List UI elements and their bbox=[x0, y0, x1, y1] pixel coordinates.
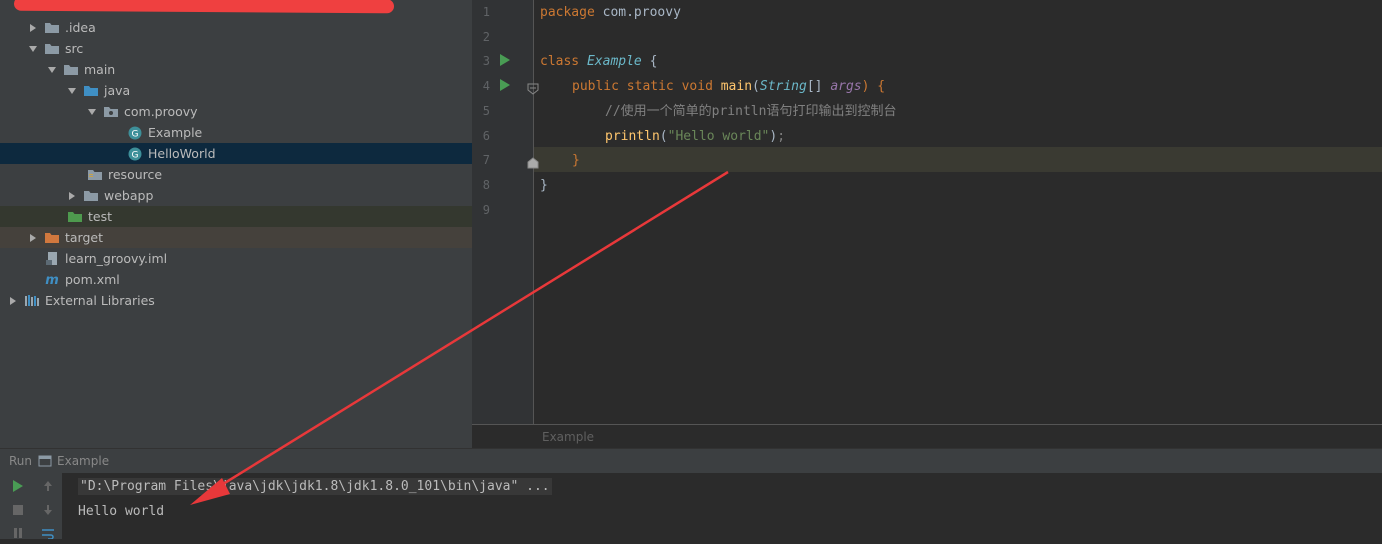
tree-item-example[interactable]: G Example bbox=[0, 122, 472, 143]
tree-item-external-libraries[interactable]: External Libraries bbox=[0, 290, 472, 311]
line-number: 7 bbox=[482, 153, 490, 167]
scroll-down-icon[interactable] bbox=[37, 499, 59, 521]
tree-item-helloworld[interactable]: G HelloWorld bbox=[0, 143, 472, 164]
soft-wrap-icon[interactable] bbox=[37, 522, 59, 544]
project-panel: .idea src main java com.proovy G Example bbox=[0, 0, 472, 448]
console-output-line: Hello world bbox=[78, 504, 165, 519]
package-icon bbox=[103, 105, 119, 119]
ide-window: .idea src main java com.proovy G Example bbox=[0, 0, 1382, 539]
editor-breadcrumb-label[interactable]: Example bbox=[542, 430, 594, 444]
line-number: 5 bbox=[482, 104, 490, 118]
gutter-divider bbox=[533, 0, 534, 424]
redacted-project-root bbox=[13, 0, 395, 14]
groovy-class-icon: G bbox=[127, 126, 143, 140]
run-tool-window: Run Example "D:\Program Files\java\jdk\j… bbox=[0, 448, 1382, 539]
tree-item-test[interactable]: test bbox=[0, 206, 472, 227]
line-number: 3 bbox=[482, 54, 490, 68]
expand-arrow-icon[interactable] bbox=[28, 227, 38, 248]
code-line-1[interactable]: package com.proovy bbox=[540, 0, 681, 25]
iml-file-icon bbox=[44, 252, 60, 266]
folder-icon bbox=[83, 189, 99, 203]
test-folder-icon bbox=[67, 210, 83, 224]
excluded-folder-icon bbox=[44, 231, 60, 245]
line-number: 8 bbox=[482, 178, 490, 192]
svg-text:m: m bbox=[45, 273, 59, 286]
line-number: 4 bbox=[482, 79, 490, 93]
fold-end-icon[interactable] bbox=[527, 154, 539, 173]
folder-icon bbox=[63, 63, 79, 77]
run-header: Run Example bbox=[0, 448, 1382, 473]
folder-icon bbox=[44, 21, 60, 35]
code-editor[interactable]: 1 2 3 4 5 6 7 8 9 package com.proovy cla… bbox=[472, 0, 1382, 448]
run-config-icon bbox=[38, 455, 52, 467]
scroll-up-icon[interactable] bbox=[37, 475, 59, 497]
tree-item-webapp[interactable]: webapp bbox=[0, 185, 472, 206]
line-number: 1 bbox=[482, 5, 490, 19]
run-class-gutter-icon[interactable] bbox=[500, 54, 510, 66]
resource-folder-icon bbox=[87, 168, 103, 182]
collapse-arrow-icon[interactable] bbox=[47, 59, 57, 80]
svg-text:G: G bbox=[132, 129, 139, 139]
tree-item-main[interactable]: main bbox=[0, 59, 472, 80]
svg-text:G: G bbox=[132, 150, 139, 160]
tree-item-java[interactable]: java bbox=[0, 80, 472, 101]
editor-breadcrumb-bar: Example bbox=[472, 424, 1382, 448]
run-tab-label[interactable]: Run bbox=[9, 454, 32, 468]
expand-arrow-icon[interactable] bbox=[28, 17, 38, 38]
tree-item-target[interactable]: target bbox=[0, 227, 472, 248]
pause-icon[interactable] bbox=[7, 522, 29, 544]
code-line-8[interactable]: } bbox=[540, 173, 548, 198]
code-line-3[interactable]: class Example { bbox=[540, 49, 657, 74]
run-toolbar bbox=[0, 472, 62, 539]
code-line-6[interactable]: println("Hello world"); bbox=[605, 124, 785, 149]
tree-item-pom-xml[interactable]: m pom.xml bbox=[0, 269, 472, 290]
libraries-icon bbox=[24, 294, 40, 308]
code-line-7[interactable]: } bbox=[572, 148, 580, 173]
run-method-gutter-icon[interactable] bbox=[500, 79, 510, 91]
line-number: 2 bbox=[482, 30, 490, 44]
tree-item-learn-groovy-iml[interactable]: learn_groovy.iml bbox=[0, 248, 472, 269]
code-line-5[interactable]: //使用一个简单的println语句打印输出到控制台 bbox=[605, 99, 896, 124]
line-number: 6 bbox=[482, 129, 490, 143]
tree-item-resource[interactable]: resource bbox=[0, 164, 472, 185]
line-number: 9 bbox=[482, 203, 490, 217]
maven-icon: m bbox=[44, 273, 60, 287]
tree-item-idea[interactable]: .idea bbox=[0, 17, 472, 38]
fold-method-icon[interactable] bbox=[527, 80, 539, 99]
groovy-class-icon: G bbox=[127, 147, 143, 161]
run-config-name[interactable]: Example bbox=[57, 454, 109, 468]
current-line-highlight bbox=[472, 147, 1382, 172]
expand-arrow-icon[interactable] bbox=[8, 290, 18, 311]
source-folder-icon bbox=[83, 84, 99, 98]
stop-icon[interactable] bbox=[7, 499, 29, 521]
code-line-4[interactable]: public static void main(String[] args) { bbox=[572, 74, 885, 99]
collapse-arrow-icon[interactable] bbox=[87, 101, 97, 122]
folder-icon bbox=[44, 42, 60, 56]
console-command-line[interactable]: "D:\Program Files\java\jdk\jdk1.8\jdk1.8… bbox=[78, 478, 552, 495]
collapse-arrow-icon[interactable] bbox=[28, 38, 38, 59]
collapse-arrow-icon[interactable] bbox=[67, 80, 77, 101]
rerun-icon[interactable] bbox=[7, 475, 29, 497]
expand-arrow-icon[interactable] bbox=[67, 185, 77, 206]
tree-item-src[interactable]: src bbox=[0, 38, 472, 59]
tree-item-com-proovy[interactable]: com.proovy bbox=[0, 101, 472, 122]
